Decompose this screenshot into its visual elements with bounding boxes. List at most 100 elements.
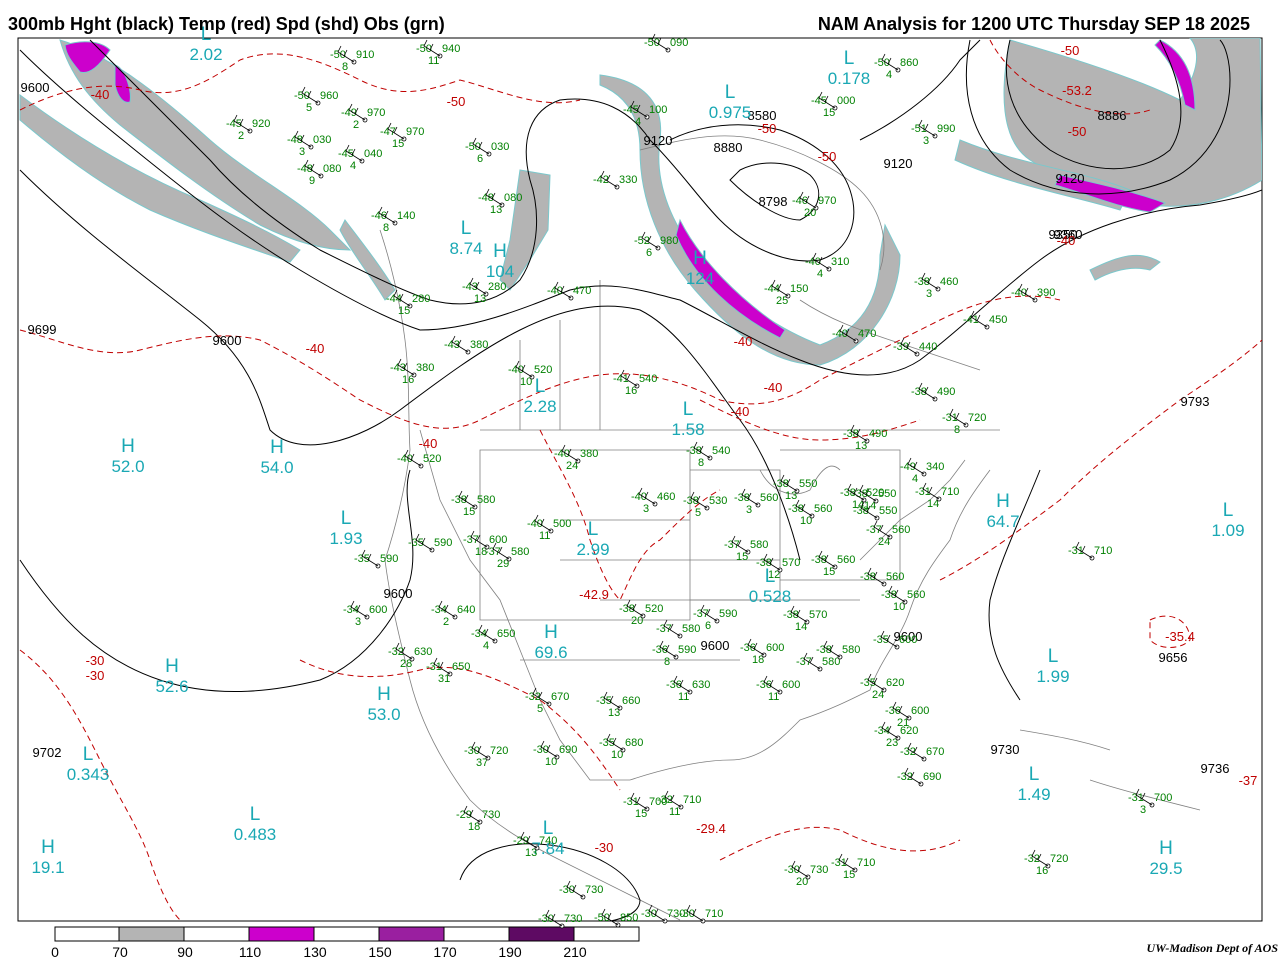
- obs-height: 710: [705, 908, 723, 920]
- obs-height: 920: [252, 118, 270, 130]
- obs-dewpoint-depression: 9: [309, 175, 315, 187]
- obs-height: 380: [416, 362, 434, 374]
- obs-height: 990: [937, 123, 955, 135]
- obs-height: 000: [837, 95, 855, 107]
- colorbar-tick-label: 0: [51, 944, 59, 960]
- height-label: 9702: [33, 745, 62, 760]
- obs-height: 090: [670, 37, 688, 49]
- obs-height: 330: [619, 174, 637, 186]
- extremum-letter: H: [165, 656, 179, 677]
- extremum-letter: L: [1029, 764, 1040, 785]
- obs-height: 670: [551, 691, 569, 703]
- height-label: 9656: [1159, 650, 1188, 665]
- obs-height: 310: [831, 256, 849, 268]
- obs-height: 490: [869, 428, 887, 440]
- height-label: 9600: [384, 586, 413, 601]
- obs-height: 560: [907, 589, 925, 601]
- temperature-label: -40: [764, 380, 783, 395]
- height-label: 9600: [21, 80, 50, 95]
- extremum-letter: L: [683, 399, 694, 420]
- obs-height: 040: [364, 148, 382, 160]
- obs-dewpoint-depression: 4: [912, 473, 918, 485]
- extremum-letter: L: [725, 82, 736, 103]
- obs-height: 560: [886, 571, 904, 583]
- obs-height: 600: [782, 679, 800, 691]
- obs-dewpoint-depression: 3: [923, 135, 929, 147]
- obs-height: 030: [313, 134, 331, 146]
- obs-height: 560: [892, 524, 910, 536]
- obs-height: 080: [504, 192, 522, 204]
- obs-height: 530: [709, 495, 727, 507]
- obs-height: 560: [837, 554, 855, 566]
- height-label: 8880: [714, 140, 743, 155]
- colorbar-tick-label: 130: [303, 944, 327, 960]
- extremum-value: 64.7: [986, 512, 1019, 531]
- obs-dewpoint-depression: 2: [443, 616, 449, 628]
- obs-height: 580: [822, 656, 840, 668]
- colorbar-tick-label: 210: [563, 944, 587, 960]
- obs-dewpoint-depression: 11: [428, 55, 439, 67]
- obs-dewpoint-depression: 8: [664, 656, 670, 668]
- extremum-letter: L: [844, 48, 855, 69]
- obs-height: 580: [682, 623, 700, 635]
- obs-height: 710: [857, 857, 875, 869]
- obs-height: 690: [923, 771, 941, 783]
- extremum-letter: L: [341, 508, 352, 529]
- obs-height: 720: [490, 745, 508, 757]
- colorbar-tick-label: 90: [177, 944, 193, 960]
- obs-height: 980: [660, 235, 678, 247]
- obs-height: 520: [534, 364, 552, 376]
- obs-height: 500: [553, 518, 571, 530]
- extremum-letter: H: [996, 491, 1010, 512]
- obs-height: 450: [989, 314, 1007, 326]
- obs-height: 280: [412, 293, 430, 305]
- obs-height: 540: [712, 445, 730, 457]
- extremum-letter: H: [1159, 838, 1173, 859]
- extremum-value: 1.93: [329, 529, 362, 548]
- extremum-letter: H: [41, 837, 55, 858]
- weather-map: 0 70 90 110 130 150 170 190 210 96009120 88808580…: [17, 24, 1263, 960]
- obs-height: 680: [625, 737, 643, 749]
- obs-dewpoint-depression: 6: [646, 247, 652, 259]
- obs-height: 630: [414, 646, 432, 658]
- obs-height: 470: [858, 328, 876, 340]
- colorbar-tick-label: 170: [433, 944, 457, 960]
- extremum-value: 69.6: [534, 643, 567, 662]
- extremum-value: 1.49: [1017, 785, 1050, 804]
- temperature-label: -37: [1239, 773, 1258, 788]
- extremum-letter: H: [121, 436, 135, 457]
- obs-height: 570: [809, 609, 827, 621]
- speed-colorbar: [54, 926, 640, 942]
- obs-dewpoint-depression: 5: [306, 102, 312, 114]
- obs-height: 380: [470, 339, 488, 351]
- obs-dewpoint-depression: 4: [886, 69, 892, 81]
- extremum-letter: H: [493, 241, 507, 262]
- temperature-label: -29.4: [696, 821, 726, 836]
- obs-dewpoint-depression: 3: [643, 503, 649, 515]
- obs-height: 590: [719, 608, 737, 620]
- obs-height: 730: [810, 864, 828, 876]
- obs-height: 850: [620, 912, 638, 924]
- extremum-value: 0.528: [749, 587, 792, 606]
- obs-height: 390: [1037, 287, 1055, 299]
- obs-height: 960: [320, 90, 338, 102]
- extremum-value: 104: [486, 262, 514, 281]
- obs-dewpoint-depression: 4: [483, 640, 489, 652]
- obs-height: 860: [900, 57, 918, 69]
- obs-height: 650: [497, 628, 515, 640]
- extremum-letter: H: [693, 248, 707, 269]
- obs-height: 580: [477, 494, 495, 506]
- extremum-value: 8.74: [449, 239, 482, 258]
- extremum-value: 0.178: [828, 69, 871, 88]
- obs-height: 580: [842, 644, 860, 656]
- obs-height: 460: [940, 276, 958, 288]
- obs-height: 150: [790, 283, 808, 295]
- obs-height: 740: [539, 835, 557, 847]
- extremum-value: 52.6: [155, 677, 188, 696]
- temperature-label: -30: [86, 653, 105, 668]
- obs-dewpoint-depression: 11: [669, 806, 680, 818]
- obs-height: 590: [434, 537, 452, 549]
- obs-height: 720: [1050, 853, 1068, 865]
- obs-height: 940: [442, 43, 460, 55]
- obs-height: 660: [622, 695, 640, 707]
